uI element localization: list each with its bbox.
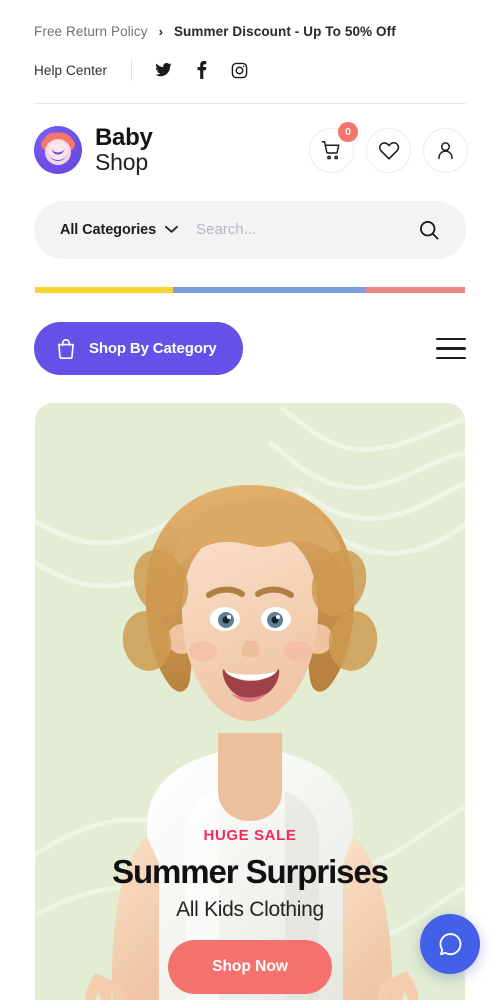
vertical-divider bbox=[131, 59, 133, 81]
hamburger-line bbox=[436, 347, 466, 350]
hamburger-line bbox=[436, 356, 466, 359]
heart-icon bbox=[378, 142, 399, 161]
top-utility-bar: Free Return Policy › Summer Discount - U… bbox=[0, 0, 500, 83]
cart-button[interactable]: 0 bbox=[309, 121, 358, 173]
category-dropdown-label: All Categories bbox=[60, 221, 157, 238]
instagram-icon[interactable] bbox=[230, 61, 248, 79]
site-header: Baby Shop 0 bbox=[0, 104, 500, 175]
chat-bubble-icon bbox=[439, 932, 461, 955]
category-nav-row: Shop By Category bbox=[34, 321, 466, 375]
account-button[interactable] bbox=[423, 127, 468, 173]
chat-support-button[interactable] bbox=[420, 914, 480, 974]
hero-banner[interactable]: HUGE SALE Summer Surprises All Kids Clot… bbox=[35, 402, 465, 1000]
search-bar: All Categories bbox=[34, 200, 466, 259]
search-submit-button[interactable] bbox=[414, 215, 444, 245]
stripe-segment-yellow bbox=[35, 286, 173, 293]
shop-by-category-label: Shop By Category bbox=[89, 339, 217, 357]
shop-now-button[interactable]: Shop Now bbox=[168, 939, 332, 994]
social-links bbox=[154, 61, 248, 79]
pacifier-icon bbox=[34, 126, 82, 175]
hero-subtitle: All Kids Clothing bbox=[176, 897, 324, 921]
brand-name-line2: Shop bbox=[95, 149, 148, 176]
help-center-link[interactable]: Help Center bbox=[34, 63, 107, 78]
search-icon bbox=[420, 220, 439, 240]
help-and-socials-row: Help Center bbox=[34, 57, 466, 83]
brand-name-line1: Baby bbox=[95, 124, 153, 151]
hero-copy: HUGE SALE Summer Surprises All Kids Clot… bbox=[35, 827, 465, 994]
shopping-cart-icon bbox=[321, 140, 340, 160]
baby-shop-storefront: Free Return Policy › Summer Discount - U… bbox=[0, 0, 500, 1000]
chevron-down-icon bbox=[165, 226, 179, 234]
user-icon bbox=[438, 142, 453, 160]
breadcrumb: Free Return Policy › Summer Discount - U… bbox=[34, 24, 466, 39]
wishlist-button[interactable] bbox=[366, 127, 411, 173]
breadcrumb-item-summer-discount[interactable]: Summer Discount - Up To 50% Off bbox=[174, 24, 396, 39]
shop-by-category-button[interactable]: Shop By Category bbox=[34, 321, 243, 375]
shopping-bag-icon bbox=[58, 339, 74, 359]
hero-kicker: HUGE SALE bbox=[203, 826, 297, 844]
stripe-segment-red bbox=[366, 286, 465, 293]
stripe-segment-blue bbox=[172, 286, 367, 293]
hero-title: Summer Surprises bbox=[112, 852, 389, 890]
brand-name: Baby Shop bbox=[95, 124, 153, 176]
brand-logo[interactable]: Baby Shop bbox=[34, 124, 153, 176]
header-actions: 0 bbox=[309, 121, 468, 173]
search-input[interactable] bbox=[178, 221, 414, 239]
facebook-icon[interactable] bbox=[192, 61, 210, 79]
cart-count-badge: 0 bbox=[338, 121, 358, 142]
twitter-icon[interactable] bbox=[154, 61, 172, 79]
hamburger-line bbox=[436, 337, 466, 341]
category-dropdown[interactable]: All Categories bbox=[60, 221, 179, 238]
hamburger-menu-icon[interactable] bbox=[436, 332, 466, 365]
breadcrumb-item-free-return-policy[interactable]: Free Return Policy bbox=[34, 24, 148, 39]
color-stripe-divider bbox=[35, 286, 465, 293]
chevron-right-icon: › bbox=[158, 24, 163, 39]
